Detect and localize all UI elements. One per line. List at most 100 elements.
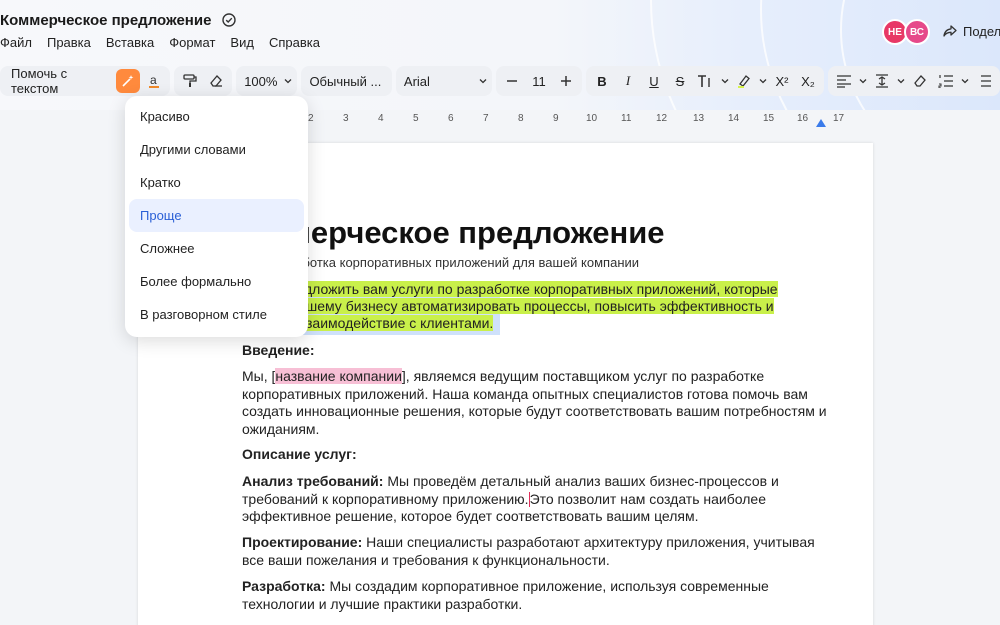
italic-button[interactable]: I: [616, 68, 640, 94]
ruler-tick: 2: [308, 113, 314, 124]
line-spacing-button[interactable]: [870, 68, 894, 94]
paint-roller-icon: [183, 74, 197, 87]
menu-file[interactable]: Файл: [0, 35, 32, 50]
eraser-icon: [914, 75, 926, 87]
ruler[interactable]: 2 3 4 5 6 7 8 9 10 11 12 13 14 15 16 17: [300, 111, 860, 127]
document-heading: мерческое предложение: [288, 215, 665, 250]
ruler-tick: 5: [413, 113, 419, 124]
ai-group: Помочь с текстом a: [0, 66, 171, 96]
header-area: Коммерческое предложение Файл Правка Вст…: [0, 0, 1000, 110]
service-analysis: Анализ требований: Мы проведём детальный…: [242, 473, 779, 524]
bold-button[interactable]: B: [590, 68, 614, 94]
paragraph-style-select[interactable]: Обычный ...: [301, 66, 392, 96]
svg-text:a: a: [150, 73, 157, 87]
list-icon: [981, 75, 991, 87]
services-heading: Описание услуг:: [242, 446, 357, 462]
text-case-button[interactable]: [694, 68, 718, 94]
text-color-button[interactable]: a: [142, 68, 166, 94]
toolbar: Помочь с текстом a 100% Обычный ... Aria…: [0, 66, 1000, 96]
right-indent-marker[interactable]: [816, 119, 826, 127]
text-style-group: B I U S X² X₂: [586, 66, 824, 96]
increase-font-size-button[interactable]: [554, 68, 578, 94]
ruler-tick: 3: [343, 113, 349, 124]
menu-item-beautiful[interactable]: Красиво: [129, 100, 304, 133]
avatar[interactable]: ВС: [904, 19, 930, 45]
document-title-bar: Коммерческое предложение: [0, 10, 237, 30]
minus-icon: [507, 80, 517, 82]
ai-magic-button[interactable]: [116, 69, 141, 93]
text-color-icon: a: [149, 73, 160, 88]
highlight-button[interactable]: [732, 68, 756, 94]
share-label: Подел: [963, 23, 1000, 39]
menu-item-short[interactable]: Кратко: [129, 166, 304, 199]
chevron-down-icon: [479, 79, 487, 84]
menu-help[interactable]: Справка: [269, 35, 320, 50]
more-button[interactable]: [972, 68, 996, 94]
ruler-tick: 11: [621, 113, 632, 124]
chevron-down-icon[interactable]: [858, 76, 868, 86]
clear-button[interactable]: [908, 68, 932, 94]
font-size-group: 11: [496, 66, 582, 96]
chevron-down-icon[interactable]: [720, 76, 730, 86]
chevron-down-icon: [284, 79, 292, 84]
collaborators: НЕ ВС: [882, 19, 930, 45]
align-button[interactable]: [832, 68, 856, 94]
share-button[interactable]: Подел: [942, 23, 1000, 39]
document-title[interactable]: Коммерческое предложение: [0, 12, 211, 29]
chevron-down-icon[interactable]: [758, 76, 768, 86]
eraser-icon: [210, 75, 223, 87]
ruler-tick: 7: [483, 113, 489, 124]
menu-insert[interactable]: Вставка: [106, 35, 154, 50]
paint-format-button[interactable]: [178, 68, 202, 94]
share-icon: [943, 25, 957, 37]
chevron-down-icon[interactable]: [896, 76, 906, 86]
menu-item-casual[interactable]: В разговорном стиле: [129, 298, 304, 331]
document-subtitle: работка корпоративных приложений для ваш…: [288, 255, 640, 270]
rewrite-style-menu: Красиво Другими словами Кратко Проще Сло…: [125, 96, 308, 337]
ruler-tick: 15: [763, 113, 775, 124]
highlighter-icon: [738, 75, 750, 88]
line-spacing-icon: [876, 74, 888, 88]
paragraph-group: [828, 66, 1000, 96]
intro-paragraph: Мы, [название компании], являемся ведущи…: [242, 368, 827, 437]
placeholder-highlight: название компании: [275, 368, 402, 384]
ruler-tick: 10: [586, 113, 598, 124]
plus-icon: [561, 76, 571, 86]
menu-item-complex[interactable]: Сложнее: [129, 232, 304, 265]
menu-view[interactable]: Вид: [230, 35, 254, 50]
menu-item-simpler[interactable]: Проще: [129, 199, 304, 232]
ruler-tick: 16: [797, 113, 809, 124]
font-size-value[interactable]: 11: [526, 74, 552, 89]
numbered-list-icon: [938, 75, 953, 88]
subscript-button[interactable]: X₂: [796, 68, 820, 94]
font-select[interactable]: Arial: [395, 66, 492, 96]
superscript-button[interactable]: X²: [770, 68, 794, 94]
align-left-icon: [837, 75, 851, 88]
sync-status-icon[interactable]: [221, 12, 237, 28]
ruler-tick: 17: [833, 113, 845, 124]
menu-format[interactable]: Формат: [169, 35, 215, 50]
service-design: Проектирование: Наши специалисты разрабо…: [242, 534, 815, 568]
service-development: Разработка: Мы создадим корпоративное пр…: [242, 578, 769, 612]
highlighted-line: заимодействие с клиентами.: [306, 315, 494, 331]
menu-edit[interactable]: Правка: [47, 35, 91, 50]
strikethrough-button[interactable]: S: [668, 68, 692, 94]
underline-button[interactable]: U: [642, 68, 666, 94]
ruler-tick: 6: [448, 113, 454, 124]
highlighted-line: дложить вам услуги по разработке корпора…: [304, 281, 778, 297]
chevron-down-icon[interactable]: [960, 76, 970, 86]
text-case-icon: [698, 75, 710, 87]
decrease-font-size-button[interactable]: [500, 68, 524, 94]
menu-bar: Файл Правка Вставка Формат Вид Справка: [0, 35, 320, 50]
ruler-tick: 4: [378, 113, 384, 124]
menu-item-formal[interactable]: Более формально: [129, 265, 304, 298]
ruler-tick: 8: [518, 113, 524, 124]
numbered-list-button[interactable]: [934, 68, 958, 94]
zoom-select[interactable]: 100%: [236, 66, 298, 96]
intro-heading: Введение:: [242, 342, 315, 358]
ruler-tick: 13: [693, 113, 705, 124]
clear-format-button[interactable]: [204, 68, 228, 94]
menu-item-other-words[interactable]: Другими словами: [129, 133, 304, 166]
help-with-text-button[interactable]: Помочь с текстом: [4, 66, 114, 96]
ruler-tick: 14: [728, 113, 740, 124]
